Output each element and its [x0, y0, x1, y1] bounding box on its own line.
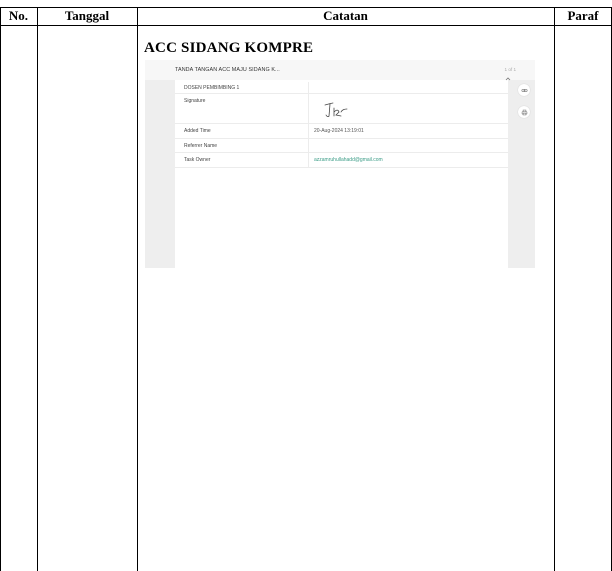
cell-divider — [308, 138, 309, 152]
note-title: ACC SIDANG KOMPRE — [144, 40, 314, 56]
table-row: Referrer Name — [175, 138, 508, 153]
document-sheet: DOSEN PEMBIMBING 1 Signature Added Time … — [175, 80, 508, 268]
header-catatan: Catatan — [323, 8, 368, 23]
print-button[interactable] — [518, 106, 530, 118]
row-label: Task Owner — [184, 157, 211, 163]
print-icon — [521, 109, 527, 115]
column-divider — [0, 7, 1, 571]
link-button[interactable] — [518, 84, 530, 96]
document-screenshot: TANDA TANGAN ACC MAJU SIDANG K... 1 of 1… — [145, 60, 535, 268]
header-paraf: Paraf — [567, 8, 599, 23]
cell-divider — [308, 93, 309, 123]
column-divider — [554, 7, 555, 571]
row-label: DOSEN PEMBIMBING 1 — [184, 85, 240, 91]
column-divider — [37, 7, 38, 571]
document-header: TANDA TANGAN ACC MAJU SIDANG K... 1 of 1 — [145, 60, 535, 80]
signature-image — [324, 102, 348, 118]
row-label: Signature — [184, 98, 206, 104]
table-row: Task Owner azzamruhullahadd@gmail.com — [175, 152, 508, 168]
header-no: No. — [8, 8, 29, 23]
added-time-value: 20-Aug-2024 13:19:01 — [314, 128, 364, 134]
column-divider — [137, 7, 138, 571]
chevron-up-icon[interactable] — [505, 77, 511, 81]
document-title: TANDA TANGAN ACC MAJU SIDANG K... — [175, 67, 280, 73]
cell-divider — [308, 82, 309, 93]
row-label: Added Time — [184, 128, 211, 134]
task-owner-email[interactable]: azzamruhullahadd@gmail.com — [314, 157, 383, 163]
table-row: Added Time 20-Aug-2024 13:19:01 — [175, 123, 508, 139]
cell-divider — [308, 123, 309, 138]
table-header-border — [0, 25, 612, 26]
row-label: Referrer Name — [184, 143, 218, 149]
table-row: Signature — [175, 93, 508, 124]
link-icon — [521, 88, 527, 92]
cell-divider — [308, 152, 309, 167]
header-tanggal: Tanggal — [64, 8, 110, 23]
page-indicator: 1 of 1 — [504, 67, 517, 72]
